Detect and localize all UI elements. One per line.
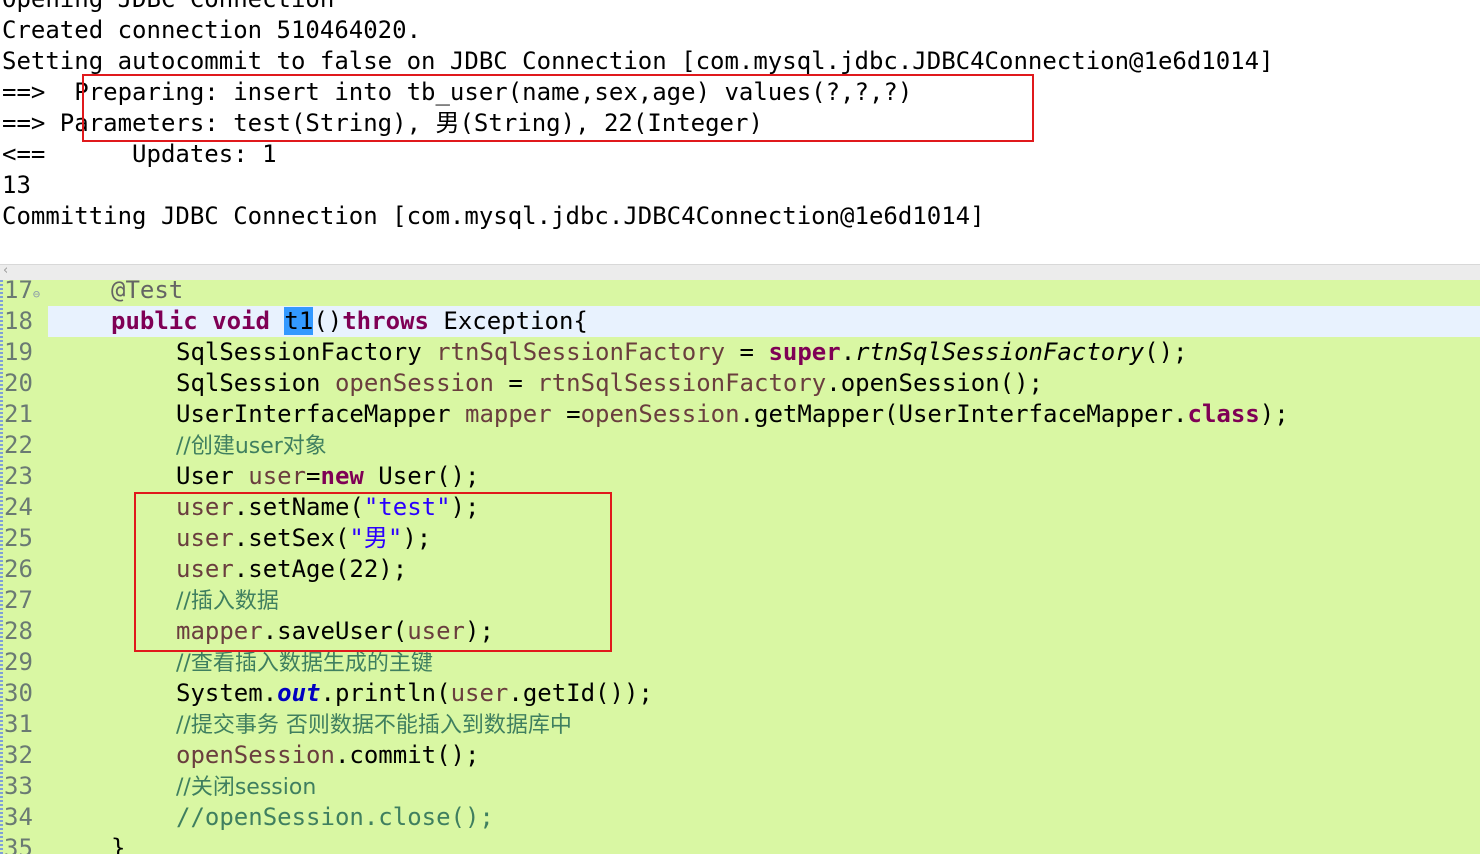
code-line: SqlSessionFactory rtnSqlSessionFactory =… [176, 337, 1187, 368]
code-line: //关闭session [176, 771, 316, 802]
variable: rtnSqlSessionFactory [436, 338, 726, 366]
comment: //查看插入数据生成的主键 [176, 651, 433, 676]
annotation: @Test [111, 280, 184, 304]
line-number: 29 [4, 648, 33, 676]
keyword: throws [342, 307, 429, 335]
code-line: //提交事务 否则数据不能插入到数据库中 [176, 709, 572, 740]
keyword: new [320, 462, 364, 490]
code-line: openSession.commit(); [176, 740, 479, 771]
code-token: . [334, 741, 350, 769]
gutter-edge-marker [0, 280, 3, 854]
method-call: getId()); [522, 679, 653, 707]
code-token: = [306, 462, 321, 490]
code-token: UserInterfaceMapper [176, 400, 451, 428]
line-number: 28 [4, 617, 33, 645]
code-token: = [493, 369, 538, 397]
code-token: User [176, 462, 234, 490]
code-token: SqlSessionFactory [176, 338, 422, 366]
code-token: = [725, 338, 769, 366]
code-line: @Test [111, 280, 183, 306]
code-token: System [176, 679, 263, 707]
highlight-box-sql-log [82, 74, 1034, 142]
method-call: println( [334, 679, 451, 707]
highlight-box-setters [134, 492, 612, 652]
code-token: ); [1259, 400, 1289, 428]
line-number: 20 [4, 369, 33, 397]
code-token: (); [999, 369, 1044, 397]
static-field: out [277, 679, 321, 707]
console-line: Committing JDBC Connection [com.mysql.jd… [2, 202, 985, 230]
code-token: } [111, 834, 126, 854]
console-line: 13 [2, 171, 31, 199]
line-number: 22 [4, 431, 33, 459]
code-line: User user=new User(); [176, 461, 479, 492]
line-number: 31 [4, 710, 33, 738]
console-line: Setting autocommit to false on JDBC Conn… [2, 47, 1274, 75]
console-line: <== Updates: 1 [2, 140, 277, 168]
console-line: Created connection 510464020. [2, 16, 422, 44]
console-output: Opening JDBC Connection Created connecti… [0, 0, 1480, 264]
code-token: . [320, 679, 335, 707]
line-number: 25 [4, 524, 33, 552]
panel-divider-scrollbar[interactable]: ‹ [0, 263, 1480, 280]
line-number: 27 [4, 586, 33, 614]
code-line: System.out.println(user.getId()); [176, 678, 653, 709]
code-editor[interactable]: 17⊖ 18 19 20 21 22 23 24 25 26 27 28 29 … [0, 280, 1480, 854]
scroll-left-arrow-icon[interactable]: ‹ [3, 263, 8, 278]
line-number: 19 [4, 338, 33, 366]
variable: openSession [334, 369, 494, 397]
line-number: 23 [4, 462, 33, 490]
variable: rtnSqlSessionFactory [537, 369, 827, 397]
method-call: commit(); [349, 741, 480, 769]
code-line: UserInterfaceMapper mapper =openSession.… [176, 399, 1289, 430]
selected-method-name: t1 [284, 307, 314, 335]
line-number-gutter: 17⊖ 18 19 20 21 22 23 24 25 26 27 28 29 … [0, 280, 48, 854]
code-line: //创建user对象 [176, 430, 327, 461]
line-number: 21 [4, 400, 33, 428]
keyword: class [1187, 400, 1260, 428]
fold-collapse-icon[interactable]: ⊖ [33, 287, 40, 301]
code-line: SqlSession openSession = rtnSqlSessionFa… [176, 368, 1043, 399]
method-call: openSession [840, 369, 1000, 397]
line-number: 30 [4, 679, 33, 707]
line-number: 24 [4, 493, 33, 521]
code-token: SqlSession [176, 369, 321, 397]
comment: //关闭session [176, 775, 317, 800]
line-number: 34 [4, 803, 33, 831]
comment: //创建user对象 [176, 434, 327, 459]
variable: openSession [580, 400, 740, 428]
console-line: Opening JDBC Connection [2, 0, 334, 15]
code-token: . [840, 338, 856, 366]
code-line: public void t1()throws Exception{ [111, 306, 588, 337]
code-line: //openSession.close(); [176, 802, 494, 833]
variable: user [248, 462, 307, 490]
comment: //提交事务 否则数据不能插入到数据库中 [176, 713, 572, 738]
code-token: . [739, 400, 755, 428]
line-number: 26 [4, 555, 33, 583]
comment: //openSession.close(); [176, 803, 494, 831]
line-number: 35 [4, 834, 33, 854]
line-number: 33 [4, 772, 33, 800]
code-token: Exception{ [428, 307, 588, 335]
variable: openSession [176, 741, 335, 769]
line-number: 17⊖ [4, 280, 41, 304]
code-token: (); [1144, 338, 1188, 366]
method-call: rtnSqlSessionFactory [855, 338, 1145, 366]
keyword: void [212, 307, 270, 335]
code-token: . [826, 369, 841, 397]
line-number: 32 [4, 741, 33, 769]
code-token: . [508, 679, 523, 707]
variable: user [450, 679, 509, 707]
code-token: User(); [363, 462, 480, 490]
method-call: getMapper(UserInterfaceMapper. [754, 400, 1188, 428]
code-token: = [551, 400, 581, 428]
code-token: () [313, 307, 343, 335]
code-line: } [111, 833, 125, 854]
variable: mapper [465, 400, 552, 428]
keyword: public [111, 307, 198, 335]
line-number: 18 [4, 307, 33, 335]
keyword: super [768, 338, 841, 366]
code-token: . [262, 679, 278, 707]
